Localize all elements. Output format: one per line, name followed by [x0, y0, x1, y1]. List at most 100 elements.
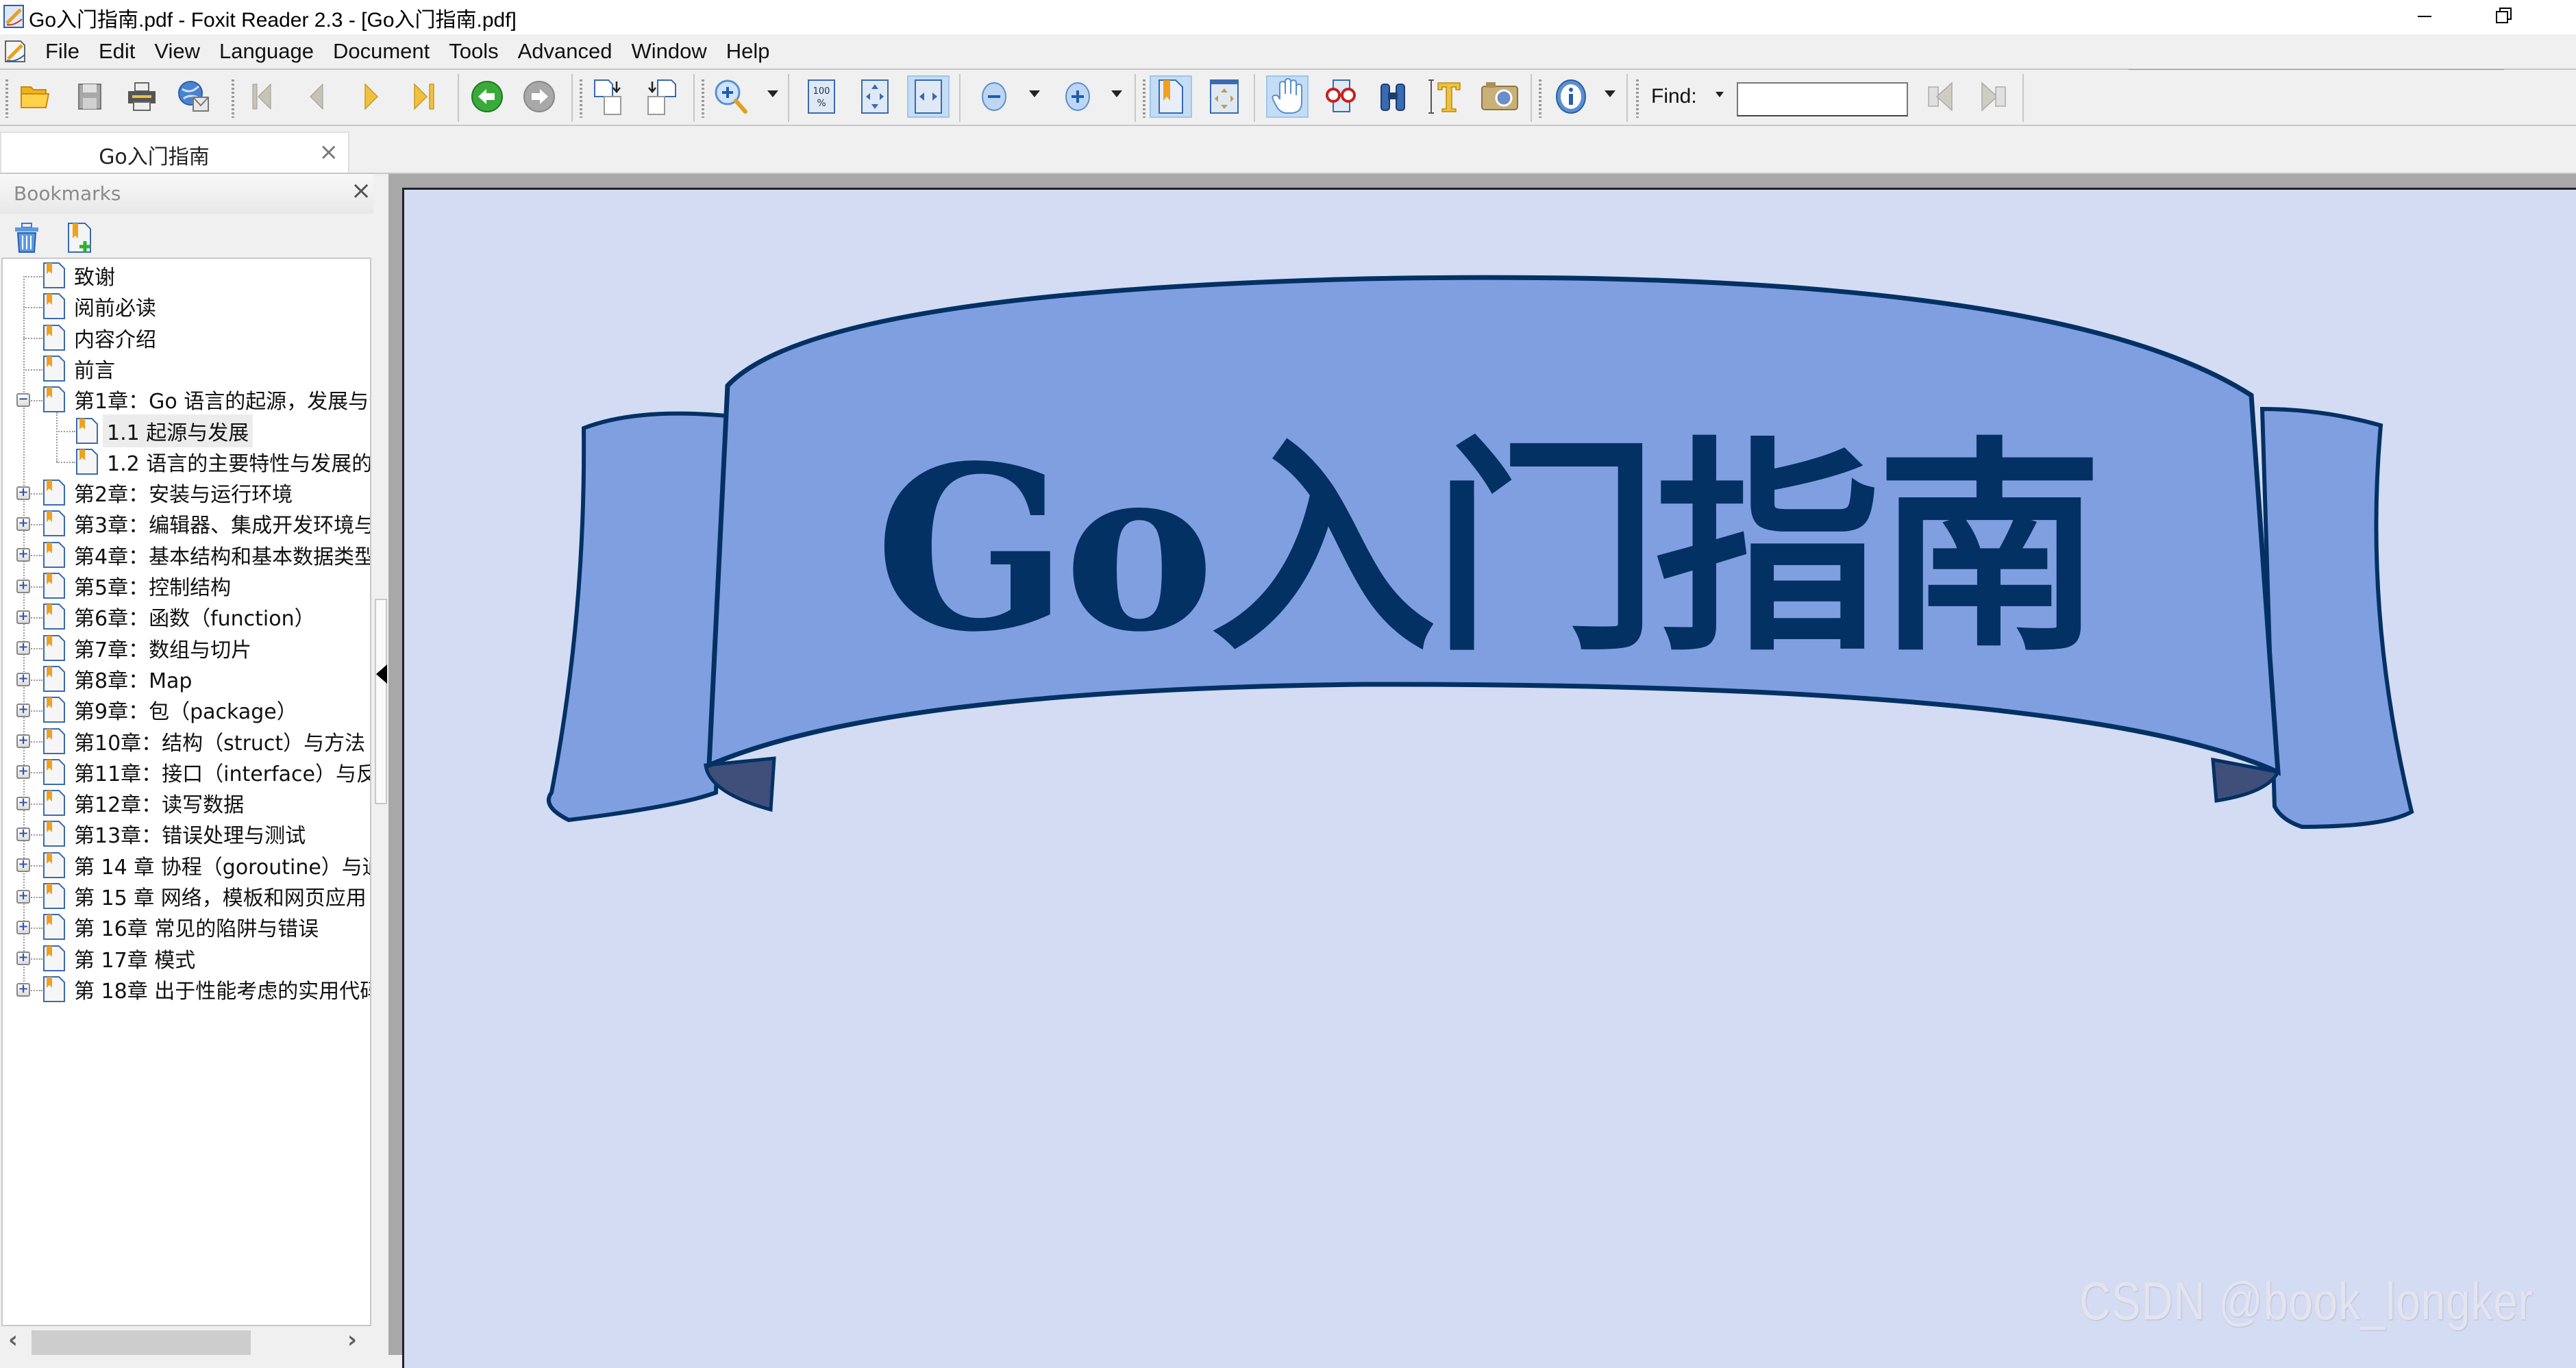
collapse-panel-icon[interactable]: [376, 664, 387, 684]
bookmark-item[interactable]: 前言: [70, 353, 119, 384]
last-page-button[interactable]: [403, 75, 445, 118]
tab-go-guide[interactable]: Go入门指南 ×: [0, 132, 349, 173]
rotate-left-button[interactable]: [586, 75, 629, 118]
zoom-out-button[interactable]: [973, 75, 1015, 118]
scroll-left-icon[interactable]: ‹: [8, 1326, 18, 1354]
save-button[interactable]: [69, 75, 111, 118]
actual-size-button[interactable]: 100%: [800, 75, 843, 118]
bookmark-item[interactable]: 第8章：Map: [70, 664, 196, 694]
bookmarks-horizontal-scrollbar[interactable]: ‹ ›: [1, 1326, 371, 1355]
expand-icon[interactable]: +: [16, 982, 30, 997]
fit-width-button[interactable]: [907, 75, 950, 118]
bookmark-item[interactable]: 内容介绍: [70, 323, 160, 353]
next-page-button[interactable]: [349, 75, 392, 118]
bookmark-item[interactable]: 第 18章 出于性能考虑的实用代码片段: [70, 974, 370, 1004]
bookmark-item[interactable]: 第10章：结构（struct）与方法: [70, 726, 369, 756]
minimize-button[interactable]: [2415, 5, 2436, 26]
bookmark-item[interactable]: 第5章：控制结构: [70, 571, 235, 601]
toolbar-grip[interactable]: [5, 79, 8, 118]
bookmark-item[interactable]: 第7章：数组与切片: [70, 633, 256, 663]
panel-splitter[interactable]: [373, 174, 388, 1355]
first-page-button[interactable]: [241, 75, 284, 118]
bookmark-item[interactable]: 第13章：错误处理与测试: [70, 819, 310, 849]
print-button[interactable]: [121, 75, 163, 118]
scroll-right-icon[interactable]: ›: [347, 1326, 357, 1354]
email-button[interactable]: [173, 75, 215, 118]
document-menu-icon[interactable]: [3, 38, 29, 64]
expand-icon[interactable]: +: [16, 858, 30, 873]
previous-page-button[interactable]: [296, 75, 338, 118]
menu-file[interactable]: File: [36, 34, 89, 69]
bookmark-item[interactable]: 第3章：编辑器、集成开发环境与其它工具: [70, 508, 370, 538]
bookmark-item[interactable]: 第4章：基本结构和基本数据类型: [70, 540, 370, 570]
toolbar-grip[interactable]: [1539, 79, 1541, 118]
reading-mode-button[interactable]: [1320, 75, 1362, 118]
find-options-dropdown-icon[interactable]: [1716, 92, 1724, 97]
bookmark-item[interactable]: 第9章：包（package）: [70, 695, 301, 725]
expand-icon[interactable]: +: [16, 920, 30, 934]
menu-tools[interactable]: Tools: [439, 34, 508, 69]
bookmark-item[interactable]: 第 15 章 网络，模板和网页应用: [70, 881, 370, 911]
delete-bookmark-icon[interactable]: [12, 221, 41, 255]
find-next-button[interactable]: [1972, 75, 2014, 118]
document-view[interactable]: Go入门指南 CSDN @book_longker: [388, 174, 2576, 1368]
go-forward-button[interactable]: [518, 75, 560, 118]
restore-button[interactable]: [2494, 5, 2514, 26]
bookmark-item[interactable]: 1.2 语言的主要特性与发展的环境和影响因素: [103, 447, 370, 477]
expand-icon[interactable]: +: [16, 548, 30, 562]
expand-icon[interactable]: +: [16, 828, 30, 842]
menu-edit[interactable]: Edit: [89, 34, 145, 69]
expand-icon[interactable]: +: [16, 734, 30, 749]
hand-tool-button[interactable]: [1266, 75, 1309, 118]
full-screen-button[interactable]: [1203, 75, 1246, 118]
bookmark-item[interactable]: 第 16章 常见的陷阱与错误: [70, 912, 323, 942]
bookmark-item[interactable]: 第12章：读写数据: [70, 788, 248, 818]
open-button[interactable]: [14, 75, 56, 118]
expand-icon[interactable]: +: [16, 703, 30, 717]
menu-window[interactable]: Window: [622, 34, 717, 69]
expand-icon[interactable]: +: [16, 579, 30, 593]
bookmark-item[interactable]: 1.1 起源与发展: [103, 414, 253, 447]
expand-icon[interactable]: +: [16, 486, 30, 500]
find-button[interactable]: [1372, 75, 1414, 118]
zoom-in-dropdown-icon[interactable]: [1111, 90, 1122, 97]
toolbar-grip[interactable]: [1143, 79, 1145, 118]
bookmark-item[interactable]: 第1章：Go 语言的起源，发展与普及: [70, 384, 370, 414]
zoom-in-tool-button[interactable]: [710, 75, 752, 118]
scrollbar-thumb[interactable]: [32, 1330, 251, 1355]
menu-view[interactable]: View: [145, 34, 210, 69]
document-info-button[interactable]: [1550, 75, 1592, 118]
bookmark-item[interactable]: 阅前必读: [70, 291, 160, 321]
expand-icon[interactable]: +: [16, 641, 30, 656]
menu-language[interactable]: Language: [210, 34, 323, 69]
expand-icon[interactable]: +: [16, 672, 30, 686]
find-previous-button[interactable]: [1920, 75, 1962, 118]
menu-advanced[interactable]: Advanced: [508, 34, 622, 69]
tab-close-icon[interactable]: ×: [319, 138, 339, 166]
go-back-button[interactable]: [466, 75, 508, 118]
expand-icon[interactable]: +: [16, 952, 30, 966]
menu-document[interactable]: Document: [323, 34, 439, 69]
zoom-out-dropdown-icon[interactable]: [1029, 90, 1040, 97]
toolbar-grip[interactable]: [580, 79, 582, 118]
rotate-right-button[interactable]: [640, 75, 682, 118]
expand-icon[interactable]: +: [16, 889, 30, 904]
menu-help[interactable]: Help: [717, 34, 780, 69]
bookmarks-close-icon[interactable]: ×: [351, 177, 371, 205]
document-info-dropdown-icon[interactable]: [1605, 90, 1615, 97]
collapse-icon[interactable]: −: [16, 393, 30, 407]
bookmark-item[interactable]: 第 14 章 协程（goroutine）与通道（channel）: [70, 850, 370, 880]
bookmark-item[interactable]: 第2章：安装与运行环境: [70, 477, 297, 508]
expand-icon[interactable]: +: [16, 765, 30, 780]
bookmarks-panel-button[interactable]: [1150, 75, 1192, 118]
add-bookmark-icon[interactable]: [66, 221, 95, 255]
toolbar-grip[interactable]: [232, 79, 234, 118]
zoom-tool-dropdown-icon[interactable]: [767, 90, 778, 97]
zoom-in-button[interactable]: [1056, 75, 1099, 118]
toolbar-grip[interactable]: [702, 79, 704, 118]
expand-icon[interactable]: +: [16, 610, 30, 624]
expand-icon[interactable]: +: [16, 517, 30, 532]
expand-icon[interactable]: +: [16, 796, 30, 810]
splitter-handle[interactable]: [375, 599, 387, 804]
bookmark-item[interactable]: 致谢: [70, 260, 119, 290]
